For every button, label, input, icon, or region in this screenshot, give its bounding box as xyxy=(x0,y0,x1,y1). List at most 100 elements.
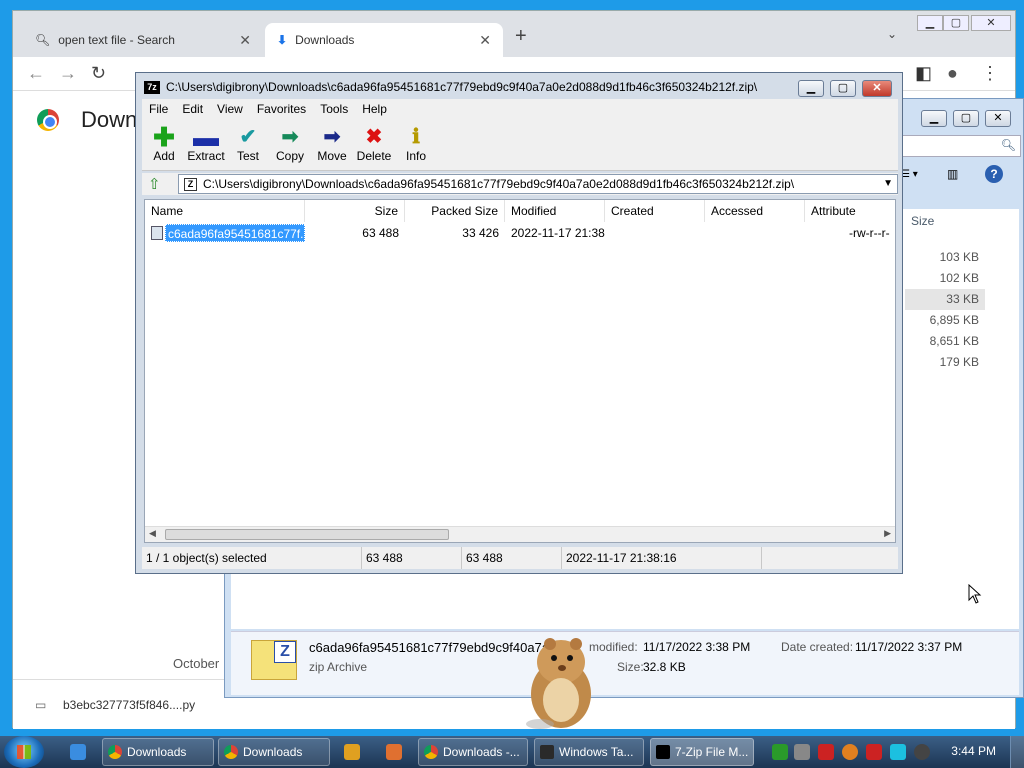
tab-search[interactable]: 🔍︎ open text file - Search ✕ xyxy=(23,23,263,57)
tab-search-chevron-icon[interactable]: ⌄ xyxy=(887,27,897,41)
column-accessed[interactable]: Accessed xyxy=(705,200,805,222)
folder-up-icon[interactable]: ⇧ xyxy=(148,175,161,193)
chrome-logo-icon xyxy=(37,109,59,131)
help-icon[interactable]: ? xyxy=(985,165,1003,183)
reload-icon[interactable]: ↻ xyxy=(91,63,106,84)
show-desktop-button[interactable] xyxy=(1010,736,1024,768)
column-size[interactable]: Size xyxy=(305,200,405,222)
start-button[interactable] xyxy=(4,736,44,768)
minimize-button[interactable]: ▁ xyxy=(921,110,947,127)
file-modified-cell: 2022-11-17 21:38 xyxy=(511,226,605,240)
minimize-button[interactable]: ▁ xyxy=(798,80,824,97)
menu-view[interactable]: View xyxy=(210,99,250,119)
chrome-tabstrip: 🔍︎ open text file - Search ✕ ⬇ Downloads… xyxy=(13,11,1015,57)
size-cell: 8,651 KB xyxy=(929,334,979,348)
column-name[interactable]: Name xyxy=(145,200,305,222)
menu-edit[interactable]: Edit xyxy=(175,99,210,119)
clock[interactable]: 3:44 PM xyxy=(951,744,996,758)
tray-icon[interactable] xyxy=(890,744,906,760)
minus-icon: ▬ xyxy=(193,122,219,152)
back-icon[interactable]: ← xyxy=(27,63,45,84)
close-button[interactable]: ✕ xyxy=(862,80,892,97)
taskbar-item-downloads-1[interactable]: Downloads xyxy=(102,738,214,766)
tray-icon[interactable] xyxy=(772,744,788,760)
add-label: Add xyxy=(153,149,175,163)
copy-button[interactable]: ➡ Copy xyxy=(268,125,312,163)
close-button[interactable]: ✕ xyxy=(985,110,1011,127)
taskbar-item-downloads-2[interactable]: Downloads xyxy=(218,738,330,766)
info-button[interactable]: ℹ Info xyxy=(394,125,438,163)
file-name-cell[interactable]: c6ada96fa95451681c77f... xyxy=(165,224,305,242)
add-button[interactable]: ✚ Add xyxy=(142,122,186,163)
tray-icon[interactable] xyxy=(818,744,834,760)
preview-pane-icon[interactable]: ▥ xyxy=(947,167,958,181)
menu-kebab-icon[interactable]: ⋮ xyxy=(981,63,999,84)
extract-button[interactable]: ▬ Extract xyxy=(184,122,228,163)
taskbar-item-downloads-3[interactable]: Downloads -... xyxy=(418,738,528,766)
delete-button[interactable]: ✖ Delete xyxy=(352,125,396,163)
view-dropdown-icon[interactable]: ☰ ▾ xyxy=(901,169,918,180)
tab-label: Downloads xyxy=(295,33,355,47)
scroll-right-icon[interactable]: ▶ xyxy=(884,528,891,539)
address-input[interactable]: Z C:\Users\digibrony\Downloads\c6ada96fa… xyxy=(178,174,898,194)
column-created[interactable]: Created xyxy=(605,200,705,222)
file-packed-cell: 33 426 xyxy=(462,226,499,240)
close-tab-icon[interactable]: ✕ xyxy=(239,32,251,49)
tray-icon[interactable] xyxy=(914,744,930,760)
address-dropdown-icon[interactable]: ▼ xyxy=(883,175,893,193)
menu-help[interactable]: Help xyxy=(355,99,394,119)
status-size: 63 488 xyxy=(362,547,462,569)
search-icon: 🔍︎ xyxy=(35,33,51,47)
horizontal-scrollbar[interactable]: ◀ ▶ xyxy=(145,526,895,542)
media-player-icon[interactable] xyxy=(344,744,360,760)
menu-tools[interactable]: Tools xyxy=(313,99,355,119)
taskbar-item-windows-task[interactable]: Windows Ta... xyxy=(534,738,644,766)
copy-label: Copy xyxy=(275,149,304,163)
file-size-cell: 63 488 xyxy=(362,226,399,240)
search-icon: 🔍︎ xyxy=(1000,138,1016,152)
new-tab-button[interactable]: + xyxy=(515,25,527,48)
forward-icon[interactable]: → xyxy=(59,63,77,84)
maximize-button[interactable]: ▢ xyxy=(953,110,979,127)
download-item[interactable]: b3ebc327773f5f846....py xyxy=(63,698,195,712)
search-input[interactable]: 🔍︎ xyxy=(901,135,1021,157)
extract-label: Extract xyxy=(187,149,225,163)
tray-icon[interactable] xyxy=(866,744,882,760)
tray-icon[interactable] xyxy=(842,744,858,760)
sidepanel-icon[interactable]: ◧ xyxy=(915,63,932,84)
close-button[interactable]: ✕ xyxy=(971,15,1011,31)
size-column: 103 KB 102 KB 33 KB 6,895 KB 8,651 KB 17… xyxy=(905,247,985,373)
maximize-button[interactable]: ▢ xyxy=(830,80,856,97)
taskbar-item-label: Downloads xyxy=(243,745,303,759)
menu-file[interactable]: File xyxy=(142,99,175,119)
hamster-mascot-image xyxy=(526,638,591,729)
plus-icon: ✚ xyxy=(153,122,175,152)
move-arrow-icon: ➡ xyxy=(323,126,341,148)
test-button[interactable]: ✔ Test xyxy=(226,125,270,163)
taskbar-item-label: Downloads -... xyxy=(443,745,520,759)
scroll-thumb[interactable] xyxy=(165,529,449,540)
column-modified[interactable]: Modified xyxy=(505,200,605,222)
taskbar-item-7zip[interactable]: 7-Zip File M... xyxy=(650,738,754,766)
taskbar-item-label: Windows Ta... xyxy=(559,745,634,759)
details-type: zip Archive xyxy=(309,660,368,674)
details-filename: c6ada96fa95451681c77f79ebd9c9f40a7a xyxy=(309,640,550,655)
address-text: C:\Users\digibrony\Downloads\c6ada96fa95… xyxy=(203,177,795,191)
file-attributes-cell: -rw-r--r- xyxy=(849,226,890,240)
minimize-button[interactable]: ▁ xyxy=(917,15,943,31)
close-tab-icon[interactable]: ✕ xyxy=(479,32,491,49)
scroll-left-icon[interactable]: ◀ xyxy=(149,528,156,539)
menu-favorites[interactable]: Favorites xyxy=(250,99,313,119)
size-column-header[interactable]: Size xyxy=(907,209,934,233)
column-attributes[interactable]: Attribute xyxy=(805,200,895,222)
column-packed-size[interactable]: Packed Size xyxy=(405,200,505,222)
move-button[interactable]: ➡ Move xyxy=(310,125,354,163)
download-icon: ⬇ xyxy=(277,33,288,47)
profile-avatar-icon[interactable]: ● xyxy=(947,63,958,84)
maximize-button[interactable]: ▢ xyxy=(943,15,969,31)
tray-icon[interactable] xyxy=(794,744,810,760)
tab-downloads[interactable]: ⬇ Downloads ✕ xyxy=(265,23,503,57)
app-icon[interactable] xyxy=(386,744,402,760)
toolbar: ✚ Add ▬ Extract ✔ Test ➡ Copy ➡ Move ✖ D… xyxy=(142,119,898,171)
internet-explorer-icon[interactable] xyxy=(70,744,86,760)
